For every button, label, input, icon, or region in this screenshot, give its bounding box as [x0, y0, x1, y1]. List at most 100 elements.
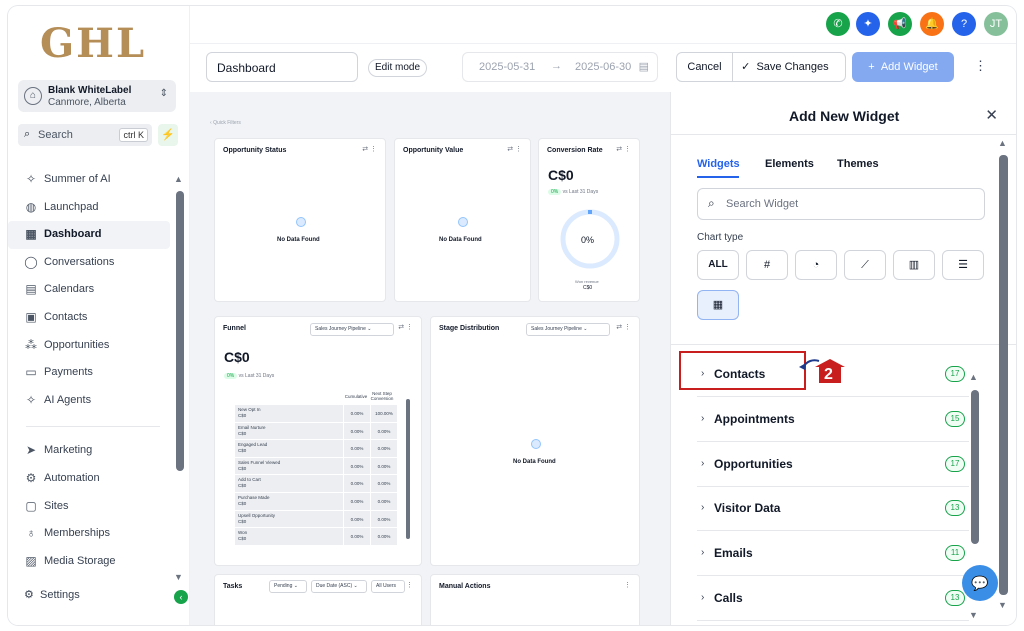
next-step-cell: 0.00% — [371, 440, 397, 457]
sidebar-item-label: Marketing — [44, 444, 93, 457]
scroll-up-icon[interactable]: ▲ — [969, 372, 978, 382]
widget-menu-icon[interactable]: ⇄ ⋮ — [616, 323, 631, 331]
tab-widgets[interactable]: Widgets — [697, 158, 740, 170]
chart-type-horizontal-bar-button[interactable]: ☰ — [942, 250, 984, 280]
contacts-icon: ▣ — [25, 309, 37, 324]
sidebar-item-calendars[interactable]: ▤ Calendars — [8, 276, 178, 304]
widget-menu-icon[interactable]: ⋮ — [624, 581, 631, 589]
chart-type-pie-button[interactable]: ◔ — [795, 250, 837, 280]
cancel-button[interactable]: Cancel — [677, 53, 733, 81]
category-scrollbar[interactable] — [971, 390, 979, 544]
scroll-up-icon[interactable]: ▲ — [998, 138, 1007, 148]
category-label: Appointments — [714, 412, 795, 426]
widget-opportunity-status[interactable]: Opportunity Status ⇄ ⋮ No Data Found — [214, 138, 386, 302]
phone-icon[interactable]: ✆ — [826, 12, 850, 36]
scroll-down-icon[interactable]: ▼ — [998, 600, 1007, 610]
category-opportunities[interactable]: › Opportunities 17 — [697, 442, 969, 487]
chart-type-line-button[interactable]: ⟋ — [844, 250, 886, 280]
sidebar-item-marketing[interactable]: ➤ Marketing — [8, 437, 178, 465]
category-calls[interactable]: › Calls 13 — [697, 576, 969, 621]
tasks-sort-filter[interactable]: Due Date (ASC) ⌄ — [311, 580, 367, 593]
account-switcher[interactable]: ⌂ Blank WhiteLabel Canmore, Alberta ⇕ — [18, 80, 176, 112]
tasks-user-filter[interactable]: All Users — [371, 580, 405, 593]
chart-type-all-button[interactable]: ALL — [697, 250, 739, 280]
bell-icon[interactable]: 🔔 — [920, 12, 944, 36]
chart-type-table-button[interactable]: ▦ — [697, 290, 739, 320]
sidebar-item-opportunities[interactable]: ⁂ Opportunities — [8, 332, 178, 360]
stage-name: Upsell Opportunity — [238, 512, 276, 518]
widget-menu-icon[interactable]: ⇄ ⋮ — [507, 145, 522, 153]
megaphone-icon[interactable]: 📢 — [888, 12, 912, 36]
magic-icon[interactable]: ✦ — [856, 12, 880, 36]
sidebar-item-label: Launchpad — [44, 200, 99, 213]
date-range-picker[interactable]: 2025-05-31 → 2025-06-30 ▤ — [462, 52, 658, 82]
chevron-right-icon: › — [701, 502, 705, 513]
sidebar-search[interactable]: ⌕ Search ctrl K — [18, 124, 152, 146]
funnel-scrollbar[interactable] — [406, 399, 410, 539]
sidebar-item-payments[interactable]: ▭ Payments — [8, 359, 178, 387]
calendar-icon: ▤ — [25, 282, 37, 297]
sidebar-item-media-storage[interactable]: ▨ Media Storage — [8, 548, 178, 576]
table-row: Upsell Opportunity C$0 0.00% 0.00% — [235, 510, 397, 529]
sidebar-item-launchpad[interactable]: ◍ Launchpad — [8, 194, 178, 222]
tab-themes[interactable]: Themes — [837, 158, 879, 170]
widget-menu-icon[interactable]: ⇄ ⋮ — [362, 145, 377, 153]
widget-funnel[interactable]: Funnel Sales Journey Pipeline ⌄ ⇄ ⋮ C$0 … — [214, 316, 422, 566]
more-options-icon[interactable]: ⋮ — [974, 58, 987, 74]
sidebar-item-contacts[interactable]: ▣ Contacts — [8, 304, 178, 332]
quick-action-icon[interactable]: ⚡ — [158, 124, 178, 146]
collapse-sidebar-button[interactable]: ‹ — [174, 590, 188, 604]
brand-logo[interactable]: GHL — [40, 20, 146, 67]
sidebar-item-label: Summer of AI — [44, 173, 111, 185]
scroll-up-icon[interactable]: ▲ — [174, 174, 183, 184]
pipeline-label: Sales Journey Pipeline — [315, 326, 366, 332]
cumulative-cell: 0.00% — [344, 475, 370, 492]
category-appointments[interactable]: › Appointments 15 — [697, 397, 969, 442]
cumulative-cell: 0.00% — [344, 440, 370, 457]
pipeline-select[interactable]: Sales Journey Pipeline ⌄ — [526, 323, 610, 336]
widget-menu-icon[interactable]: ⇄ ⋮ — [398, 323, 413, 331]
scroll-down-icon[interactable]: ▼ — [969, 610, 978, 620]
widget-manual-actions[interactable]: Manual Actions ⋮ — [430, 574, 640, 625]
widget-menu-icon[interactable]: ⋮ — [406, 581, 413, 589]
category-visitor-data[interactable]: › Visitor Data 13 — [697, 486, 969, 531]
sidebar-item-summer-of-ai[interactable]: ✧ Summer of AI — [8, 166, 178, 194]
sidebar-item-conversations[interactable]: ◯ Conversations — [8, 249, 178, 277]
avatar[interactable]: JT — [984, 12, 1008, 36]
sidebar-item-sites[interactable]: ▢ Sites — [8, 493, 178, 521]
shortcut-badge: ctrl K — [119, 128, 148, 142]
sidebar-item-ai-agents[interactable]: ✧ AI Agents — [8, 387, 178, 415]
tab-elements[interactable]: Elements — [765, 158, 814, 170]
sidebar-item-label: Dashboard — [44, 228, 102, 241]
next-step-cell: 0.00% — [371, 457, 397, 475]
tasks-status-filter[interactable]: Pending ⌄ — [269, 580, 307, 593]
dashboard-name-input[interactable]: Dashboard — [206, 52, 358, 82]
sidebar-item-memberships[interactable]: ♁ Memberships — [8, 520, 178, 548]
widget-conversion-rate[interactable]: Conversion Rate ⇄ ⋮ C$0 0% vs Last 31 Da… — [538, 138, 640, 302]
sidebar-item-label: AI Agents — [44, 393, 92, 406]
category-count: 11 — [945, 545, 965, 561]
top-bar: ✆ ✦ 📢 🔔 ? JT — [190, 6, 1016, 44]
add-widget-button[interactable]: + Add Widget — [852, 52, 954, 82]
quick-filters-link[interactable]: ‹ Quick Filters — [210, 120, 241, 126]
widget-stage-distribution[interactable]: Stage Distribution Sales Journey Pipelin… — [430, 316, 640, 566]
scroll-down-icon[interactable]: ▼ — [174, 572, 183, 582]
help-icon[interactable]: ? — [952, 12, 976, 36]
panel-scrollbar[interactable] — [999, 155, 1008, 595]
chart-type-number-button[interactable]: # — [746, 250, 788, 280]
widget-tasks[interactable]: Tasks Pending ⌄ Due Date (ASC) ⌄ All Use… — [214, 574, 422, 625]
chat-support-button[interactable]: 💬 — [962, 565, 998, 601]
widget-opportunity-value[interactable]: Opportunity Value ⇄ ⋮ No Data Found — [394, 138, 531, 302]
sidebar-item-automation[interactable]: ⚙ Automation — [8, 465, 178, 493]
edit-mode-badge: Edit mode — [368, 59, 428, 77]
sidebar-item-dashboard[interactable]: ▦ Dashboard — [8, 221, 170, 249]
chart-type-bar-button[interactable]: ▥ — [893, 250, 935, 280]
widget-search-input[interactable]: ⌕ Search Widget — [697, 188, 985, 220]
category-emails[interactable]: › Emails 11 — [697, 531, 969, 576]
save-changes-button[interactable]: ✓ Save Changes — [735, 53, 845, 81]
close-icon[interactable]: ✕ — [985, 106, 998, 124]
pipeline-select[interactable]: Sales Journey Pipeline ⌄ — [310, 323, 394, 336]
widget-menu-icon[interactable]: ⇄ ⋮ — [616, 145, 631, 153]
sidebar-scrollbar[interactable] — [176, 191, 184, 471]
sidebar-item-settings[interactable]: ⚙ Settings — [24, 588, 80, 601]
